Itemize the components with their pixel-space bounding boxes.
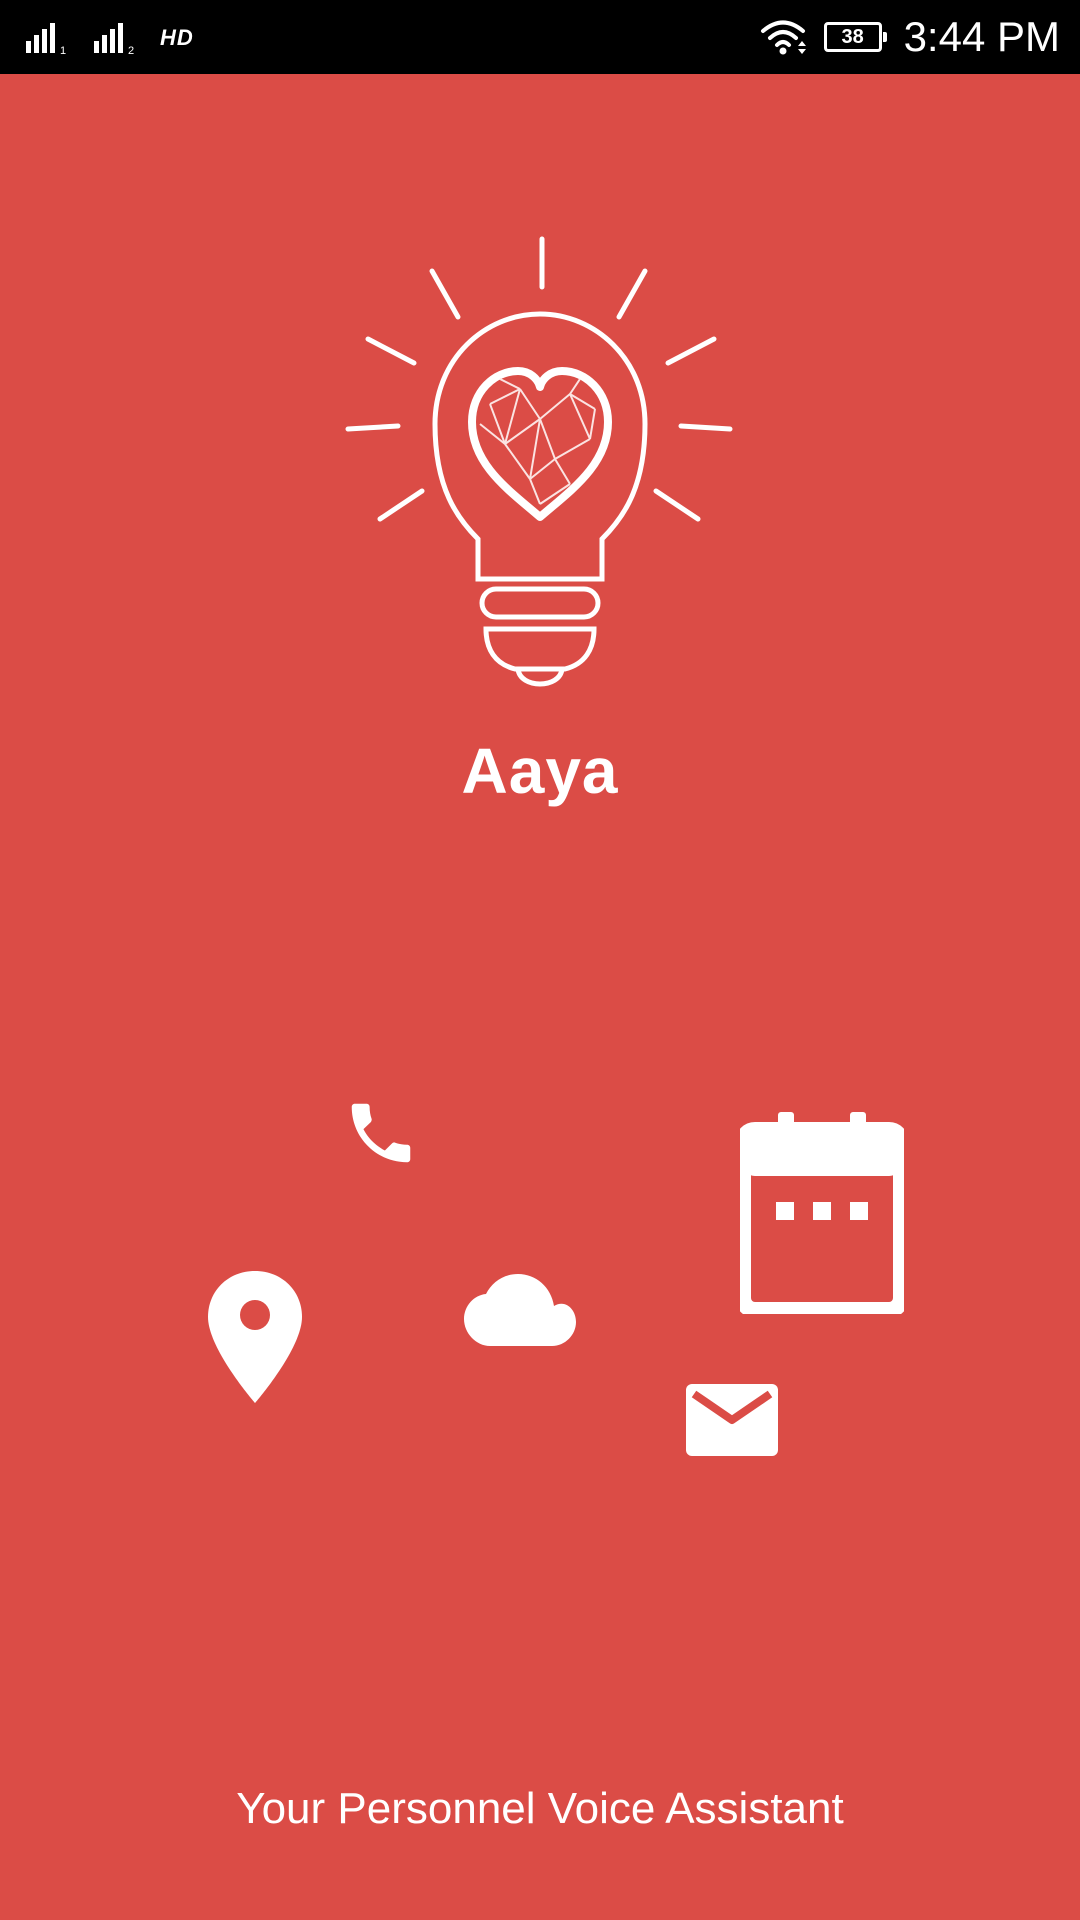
phone-icon [351, 1103, 411, 1163]
lightbulb-heart-icon [345, 236, 733, 687]
wifi-icon [760, 20, 806, 55]
cloud-icon [464, 1274, 576, 1346]
location-pin-icon [208, 1271, 302, 1403]
tagline: Your Personnel Voice Assistant [236, 1784, 844, 1833]
status-time: 3:44 PM [903, 13, 1060, 60]
battery-icon: 38 [823, 22, 887, 52]
signal-sim2-icon: 2 [94, 23, 134, 55]
battery-level: 38 [841, 26, 864, 48]
splash-screen: 1 2 HD 38 3:44 PM Aaya Your Personnel Vo… [0, 0, 1080, 1920]
calendar-icon [740, 1112, 904, 1314]
network-hd-label: HD [160, 25, 194, 50]
svg-text:2: 2 [128, 45, 134, 55]
splash-content: Aaya Your Personnel Voice Assistant [0, 74, 1080, 1920]
mail-icon [686, 1384, 778, 1456]
signal-sim1-icon: 1 [26, 23, 66, 55]
svg-text:1: 1 [60, 45, 66, 55]
app-name: Aaya [461, 735, 619, 807]
status-bar-right: 38 3:44 PM [760, 12, 1060, 62]
status-bar-left: 1 2 HD [24, 18, 194, 58]
status-bar: 1 2 HD 38 3:44 PM [0, 0, 1080, 74]
